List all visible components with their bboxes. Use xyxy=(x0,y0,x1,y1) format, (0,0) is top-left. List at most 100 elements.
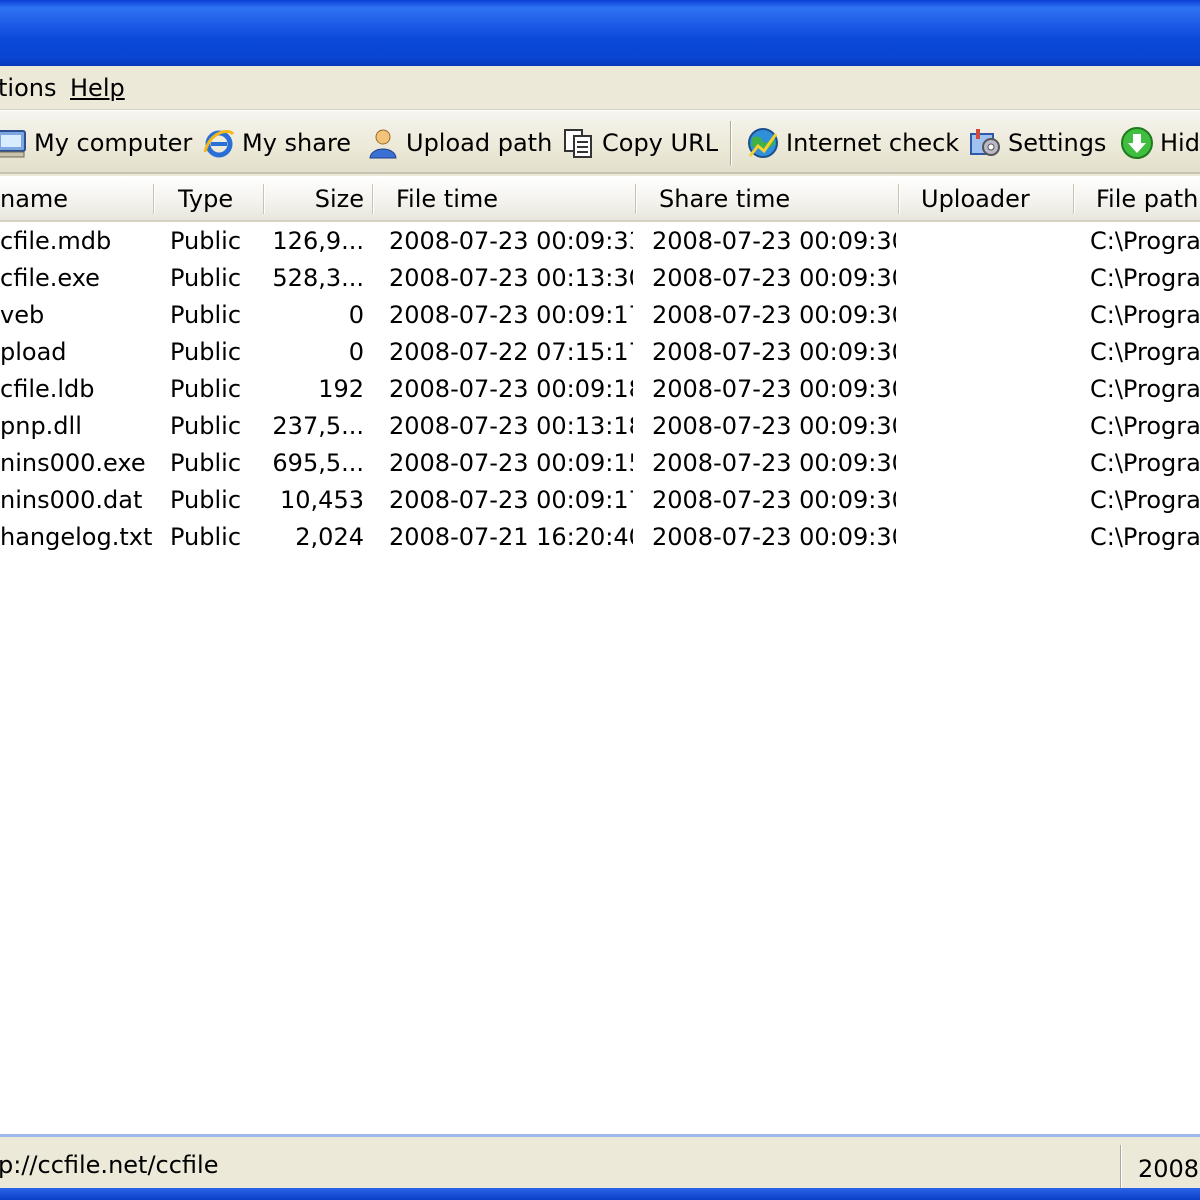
table-row[interactable]: cfile.exe Public 528,3... 2008-07-23 00:… xyxy=(0,260,1200,297)
cell-file-time: 2008-07-23 00:09:17 xyxy=(389,301,633,329)
internet-check-button[interactable]: Internet check xyxy=(746,119,959,167)
upload-path-button[interactable]: Upload path xyxy=(366,119,552,167)
cell-type: Public xyxy=(170,375,242,403)
cell-file-path: C:\Program xyxy=(1090,486,1200,514)
computer-icon xyxy=(0,126,28,160)
cell-file-path: C:\Program xyxy=(1090,449,1200,477)
cell-type: Public xyxy=(170,264,242,292)
cell-name: nins000.exe xyxy=(0,449,146,477)
cell-file-path: C:\Program xyxy=(1090,227,1200,255)
table-row[interactable]: nins000.dat Public 10,453 2008-07-23 00:… xyxy=(0,482,1200,519)
cell-size: 695,5... xyxy=(272,449,364,477)
cell-share-time: 2008-07-23 00:09:30 xyxy=(652,449,896,477)
menu-options-label: tions xyxy=(0,74,57,102)
cell-file-path: C:\Program xyxy=(1090,264,1200,292)
my-share-label: My share xyxy=(242,129,352,157)
col-header-uploader[interactable]: Uploader xyxy=(921,176,1071,222)
user-icon xyxy=(366,126,400,160)
my-computer-button[interactable]: My computer xyxy=(0,119,192,167)
cell-name: nins000.dat xyxy=(0,486,143,514)
my-computer-label: My computer xyxy=(34,129,193,157)
cell-file-path: C:\Program xyxy=(1090,338,1200,366)
toolbar: My computer My share Upload path Copy UR… xyxy=(0,110,1200,174)
column-divider[interactable] xyxy=(898,184,900,214)
cell-uploader xyxy=(915,519,1071,556)
table-row[interactable]: cfile.ldb Public 192 2008-07-23 00:09:18… xyxy=(0,371,1200,408)
hide-button[interactable]: Hide xyxy=(1120,119,1200,167)
col-header-file-path[interactable]: File path xyxy=(1096,176,1200,222)
cell-uploader xyxy=(915,334,1071,371)
cell-uploader xyxy=(915,260,1071,297)
window-bottom-border xyxy=(0,1188,1200,1200)
cell-name: pnp.dll xyxy=(0,412,82,440)
cell-name: pload xyxy=(0,338,67,366)
table-row[interactable]: cfile.mdb Public 126,9... 2008-07-23 00:… xyxy=(0,223,1200,260)
col-header-size-label: Size xyxy=(314,185,364,213)
column-divider[interactable] xyxy=(1073,184,1075,214)
col-header-share-time[interactable]: Share time xyxy=(659,176,895,222)
internet-explorer-icon xyxy=(202,126,236,160)
col-header-file-path-label: File path xyxy=(1096,185,1199,213)
table-row[interactable]: hangelog.txt Public 2,024 2008-07-21 16:… xyxy=(0,519,1200,556)
cell-name: cfile.exe xyxy=(0,264,100,292)
copy-icon xyxy=(562,126,596,160)
file-list[interactable]: name Type Size File time Share time Uplo… xyxy=(0,176,1200,1134)
cell-file-time: 2008-07-21 16:20:40 xyxy=(389,523,633,551)
internet-check-label: Internet check xyxy=(786,129,960,157)
col-header-name-label: name xyxy=(0,185,69,213)
hide-icon xyxy=(1120,126,1154,160)
menu-help[interactable]: Help xyxy=(70,74,125,102)
my-share-button[interactable]: My share xyxy=(202,119,351,167)
col-header-type-label: Type xyxy=(178,185,234,213)
cell-size: 0 xyxy=(348,338,364,366)
cell-type: Public xyxy=(170,301,242,329)
menu-options[interactable]: tions xyxy=(0,74,56,102)
settings-label: Settings xyxy=(1008,129,1107,157)
cell-uploader xyxy=(915,408,1071,445)
column-divider[interactable] xyxy=(153,184,155,214)
cell-file-time: 2008-07-23 00:13:18 xyxy=(389,412,633,440)
cell-file-time: 2008-07-23 00:09:15 xyxy=(389,449,633,477)
cell-share-time: 2008-07-23 00:09:30 xyxy=(652,301,896,329)
cell-type: Public xyxy=(170,227,242,255)
cell-size: 0 xyxy=(348,301,364,329)
col-header-type[interactable]: Type xyxy=(178,176,260,222)
cell-share-time: 2008-07-23 00:09:30 xyxy=(652,227,896,255)
table-header: name Type Size File time Share time Uplo… xyxy=(0,176,1200,222)
cell-type: Public xyxy=(170,486,242,514)
cell-file-path: C:\Program xyxy=(1090,412,1200,440)
menu-bar: tions Help xyxy=(0,66,1200,110)
cell-file-time: 2008-07-23 00:13:30 xyxy=(389,264,633,292)
cell-size: 10,453 xyxy=(280,486,364,514)
cell-share-time: 2008-07-23 00:09:30 xyxy=(652,375,896,403)
title-bar[interactable] xyxy=(0,0,1200,66)
network-icon xyxy=(746,126,780,160)
column-divider[interactable] xyxy=(372,184,374,214)
cell-size: 237,5... xyxy=(272,412,364,440)
table-row[interactable]: pnp.dll Public 237,5... 2008-07-23 00:13… xyxy=(0,408,1200,445)
table-row[interactable]: nins000.exe Public 695,5... 2008-07-23 0… xyxy=(0,445,1200,482)
cell-size: 192 xyxy=(318,375,364,403)
cell-file-time: 2008-07-23 00:09:33 xyxy=(389,227,633,255)
cell-size: 528,3... xyxy=(272,264,364,292)
cell-size: 2,024 xyxy=(295,523,364,551)
cell-file-time: 2008-07-23 00:09:17 xyxy=(389,486,633,514)
column-divider[interactable] xyxy=(263,184,265,214)
cell-file-path: C:\Program xyxy=(1090,301,1200,329)
column-divider[interactable] xyxy=(635,184,637,214)
hide-label: Hide xyxy=(1160,129,1200,157)
cell-type: Public xyxy=(170,412,242,440)
cell-name: cfile.mdb xyxy=(0,227,112,255)
col-header-file-time[interactable]: File time xyxy=(396,176,632,222)
cell-file-path: C:\Program xyxy=(1090,523,1200,551)
cell-file-path: C:\Program xyxy=(1090,375,1200,403)
copy-url-button[interactable]: Copy URL xyxy=(562,119,718,167)
col-header-name[interactable]: name xyxy=(0,176,150,222)
cell-share-time: 2008-07-23 00:09:30 xyxy=(652,338,896,366)
cell-file-time: 2008-07-23 00:09:18 xyxy=(389,375,633,403)
table-row[interactable]: veb Public 0 2008-07-23 00:09:17 2008-07… xyxy=(0,297,1200,334)
col-header-size[interactable]: Size xyxy=(268,176,364,222)
table-row[interactable]: pload Public 0 2008-07-22 07:15:17 2008-… xyxy=(0,334,1200,371)
settings-button[interactable]: Settings xyxy=(968,119,1106,167)
cell-name: cfile.ldb xyxy=(0,375,95,403)
